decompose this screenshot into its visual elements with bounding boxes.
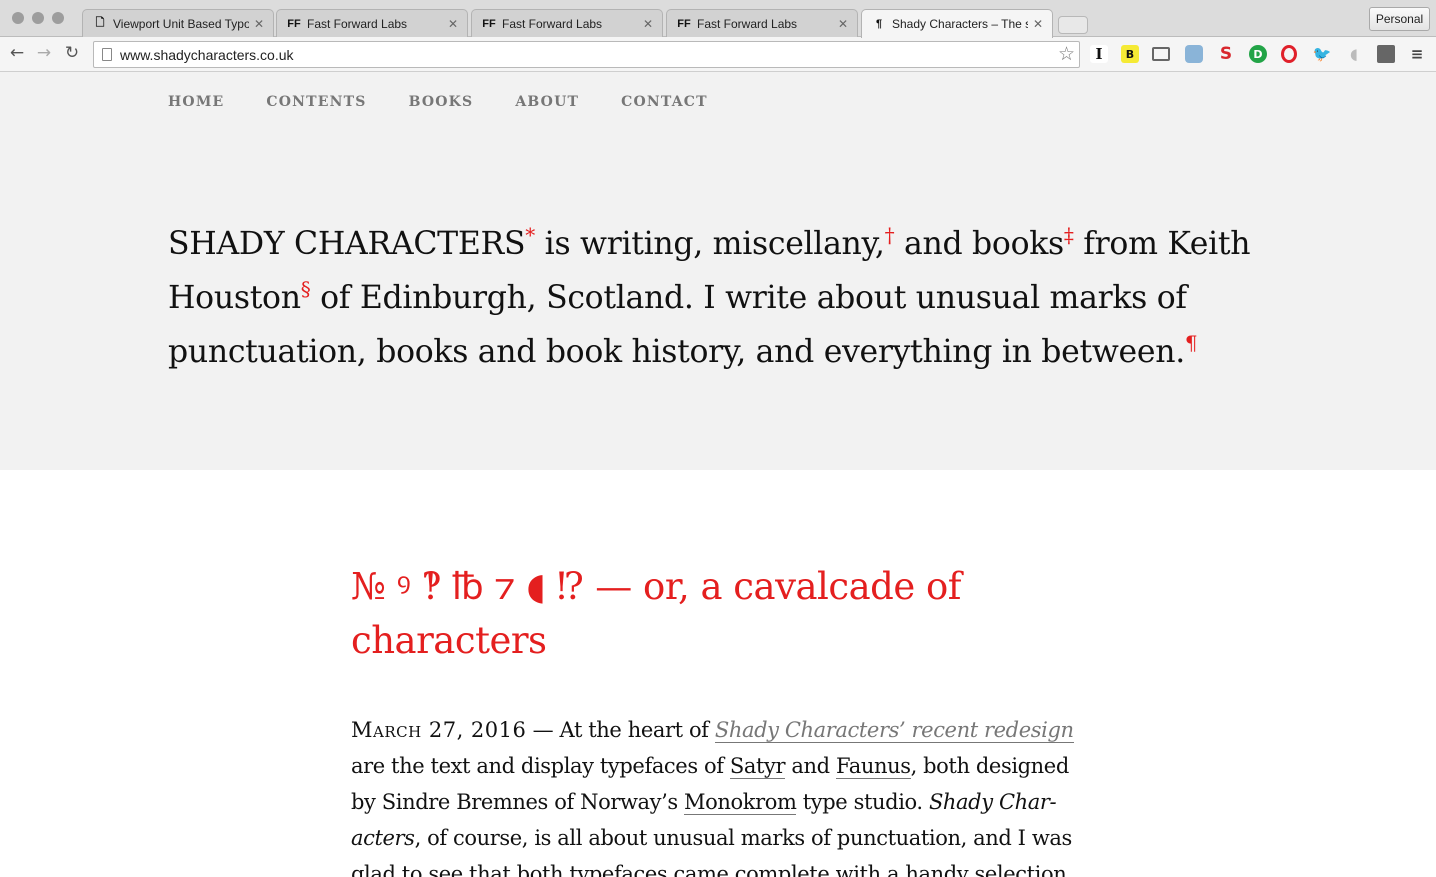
tab-shady-characters[interactable]: ¶ Shady Characters – The secret life of … xyxy=(861,9,1053,38)
profile-button[interactable]: Personal xyxy=(1369,7,1430,31)
site-header: HOME CONTENTS BOOKS ABOUT CONTACT SHADY … xyxy=(0,72,1436,470)
menu-icon[interactable]: ≡ xyxy=(1408,45,1426,63)
zoom-window-button[interactable] xyxy=(52,12,64,24)
nav-books[interactable]: BOOKS xyxy=(409,94,474,110)
nav-home[interactable]: HOME xyxy=(168,94,224,110)
double-dagger-mark[interactable]: ‡ xyxy=(1064,223,1074,247)
opera-icon[interactable] xyxy=(1281,45,1297,63)
ff-icon: FF xyxy=(677,17,691,30)
tab-bar: 🗋 Viewport Unit Based Typography ✕ FF Fa… xyxy=(0,0,1436,38)
browser-toolbar: ← → ↻ www.shadycharacters.co.uk ☆ I B S … xyxy=(0,37,1436,72)
site-tagline: SHADY CHARACTERS* is writing, miscellany… xyxy=(168,223,1251,370)
tab-viewport-typography[interactable]: 🗋 Viewport Unit Based Typography ✕ xyxy=(82,9,274,37)
asterisk-mark[interactable]: * xyxy=(525,223,535,247)
pilcrow-mark[interactable]: ¶ xyxy=(1185,331,1198,355)
b-icon[interactable]: B xyxy=(1121,45,1139,63)
ff-icon: FF xyxy=(482,17,496,30)
forward-arrow-icon[interactable]: → xyxy=(33,42,55,64)
blog-post: № ꝰ ‽ ℔ ⁊ ◖ ⁉ — or, a cavalcade of chara… xyxy=(351,560,1091,877)
satyr-link[interactable]: Satyr xyxy=(729,754,786,779)
close-icon[interactable]: ✕ xyxy=(253,17,265,31)
nav-contents[interactable]: CONTENTS xyxy=(266,94,366,110)
page-icon: 🗋 xyxy=(95,17,105,29)
back-arrow-icon[interactable]: ← xyxy=(6,42,28,64)
post-title[interactable]: № ꝰ ‽ ℔ ⁊ ◖ ⁉ — or, a cavalcade of chara… xyxy=(351,560,1091,668)
pilcrow-icon: ¶ xyxy=(875,18,883,30)
tab-fast-forward-3[interactable]: FF Fast Forward Labs ✕ xyxy=(666,9,858,37)
bookmark-star-icon[interactable]: ☆ xyxy=(1058,43,1075,65)
d-icon[interactable]: D xyxy=(1249,45,1267,63)
address-bar[interactable]: www.shadycharacters.co.uk ☆ xyxy=(93,41,1080,68)
new-tab-button[interactable] xyxy=(1058,16,1088,34)
redesign-link[interactable]: Shady Characters’ recent redesign xyxy=(714,718,1074,743)
close-icon[interactable]: ✕ xyxy=(447,17,459,31)
minimize-window-button[interactable] xyxy=(32,12,44,24)
nav-about[interactable]: ABOUT xyxy=(515,94,579,110)
ff-icon: FF xyxy=(287,17,301,30)
close-icon[interactable]: ✕ xyxy=(837,17,849,31)
tab-fast-forward-1[interactable]: FF Fast Forward Labs ✕ xyxy=(276,9,468,37)
reload-icon[interactable]: ↻ xyxy=(61,42,83,64)
section-mark[interactable]: § xyxy=(301,277,311,301)
url-text[interactable]: www.shadycharacters.co.uk xyxy=(120,47,294,63)
camera-icon[interactable] xyxy=(1185,45,1203,63)
nav-contact[interactable]: CONTACT xyxy=(621,94,708,110)
post-date: March 27, 2016 xyxy=(351,718,527,742)
post-body: March 27, 2016 — At the heart of Shady C… xyxy=(351,718,1074,877)
s-icon[interactable]: S xyxy=(1217,44,1235,64)
monokrom-link[interactable]: Monokrom xyxy=(684,790,797,815)
close-icon[interactable]: ✕ xyxy=(1032,17,1044,31)
tab-fast-forward-2[interactable]: FF Fast Forward Labs ✕ xyxy=(471,9,663,37)
close-window-button[interactable] xyxy=(12,12,24,24)
puzzle-icon[interactable] xyxy=(1377,45,1395,63)
instapaper-icon[interactable]: I xyxy=(1090,45,1108,63)
page-icon xyxy=(102,48,112,61)
leaf-icon[interactable]: ◖ xyxy=(1345,45,1363,63)
dagger-mark[interactable]: † xyxy=(885,223,895,247)
main-nav: HOME CONTENTS BOOKS ABOUT CONTACT xyxy=(168,94,708,110)
bird-icon[interactable]: 🐦 xyxy=(1313,45,1332,63)
cast-icon[interactable] xyxy=(1152,47,1170,61)
faunus-link[interactable]: Faunus xyxy=(835,754,911,779)
close-icon[interactable]: ✕ xyxy=(642,17,654,31)
